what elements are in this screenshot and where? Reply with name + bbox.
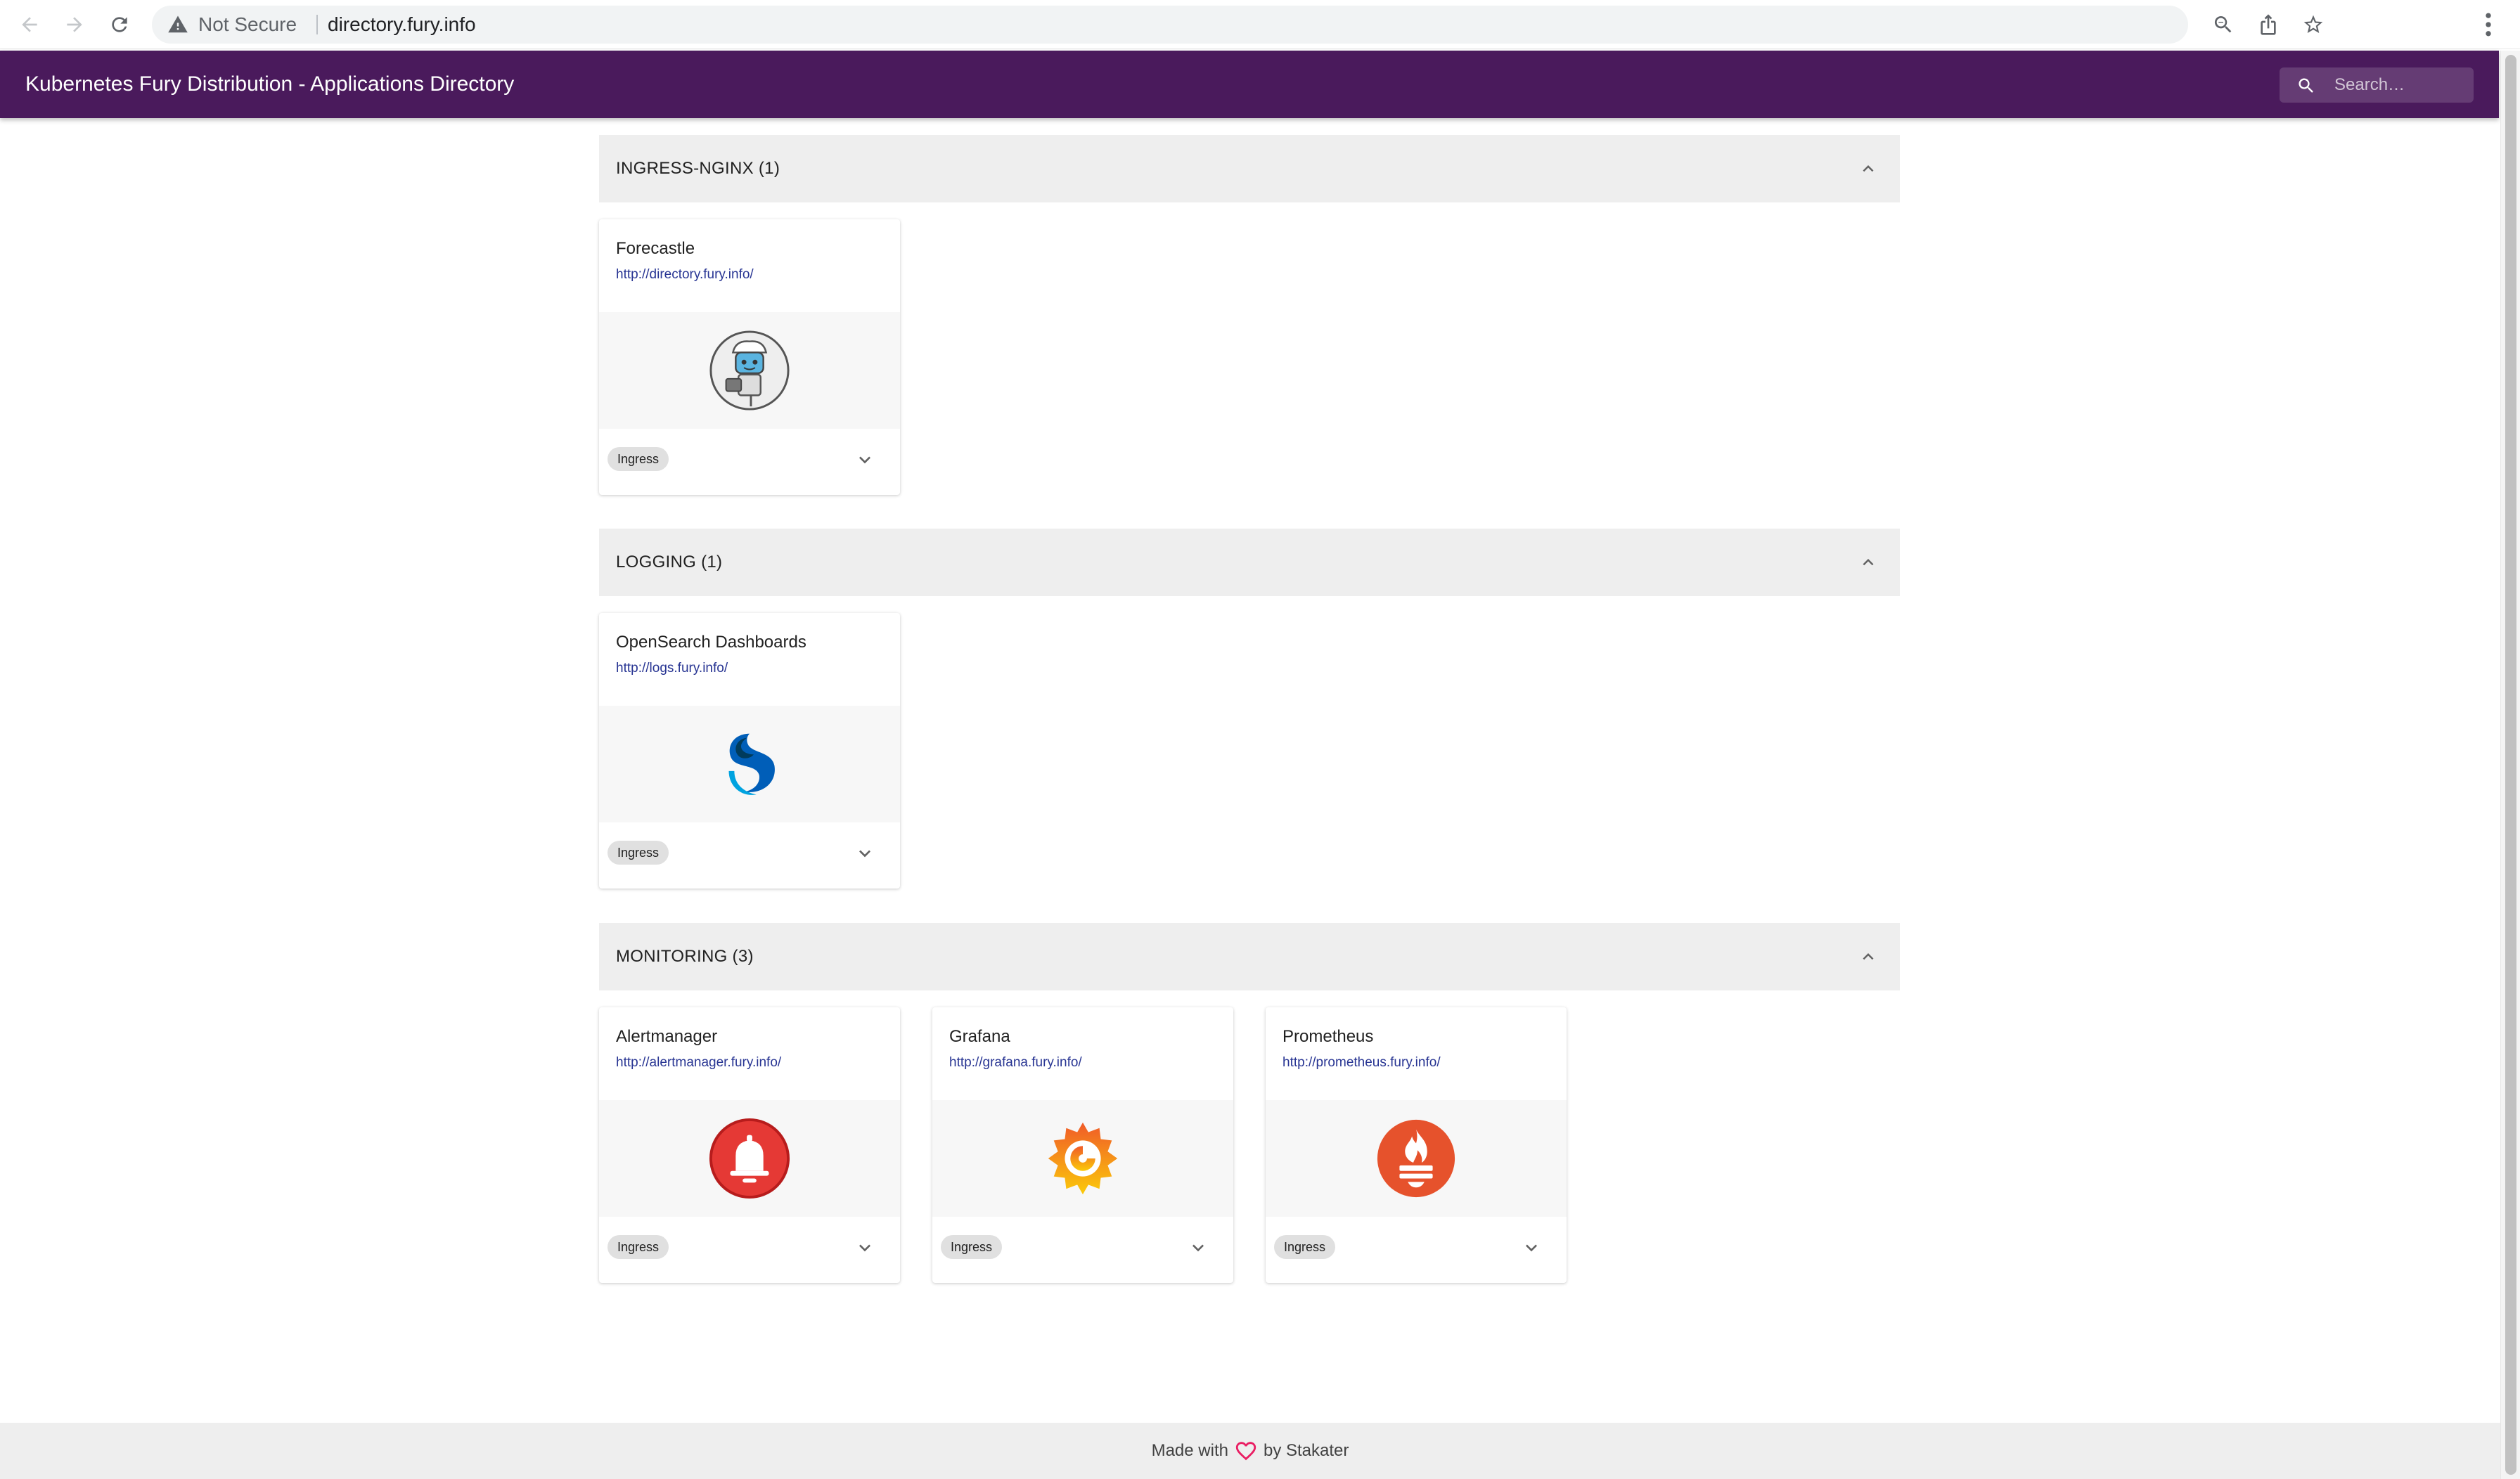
app-link[interactable]: http://prometheus.fury.info/ — [1282, 1055, 1441, 1071]
chevron-down-icon[interactable] — [854, 1236, 876, 1259]
app-header: Kubernetes Fury Distribution - Applicati… — [0, 51, 2499, 118]
section-title: MONITORING (3) — [616, 947, 754, 966]
search-input[interactable] — [2334, 67, 2468, 103]
tag-chip: Ingress — [941, 1235, 1003, 1259]
back-button[interactable] — [14, 9, 45, 40]
section-title: LOGGING (1) — [616, 553, 723, 571]
app-logo-area[interactable] — [599, 312, 900, 429]
share-icon[interactable] — [2257, 13, 2280, 36]
grafana-logo-icon — [1048, 1122, 1118, 1195]
scrollbar-thumb[interactable] — [2505, 55, 2516, 1475]
app-card-alertmanager: Alertmanager http://alertmanager.fury.in… — [599, 1007, 900, 1283]
chevron-down-icon[interactable] — [854, 448, 876, 471]
app-link[interactable]: http://directory.fury.info/ — [616, 267, 754, 283]
omnibox-divider — [316, 15, 318, 34]
app-logo-area[interactable] — [599, 706, 900, 822]
heart-icon — [1235, 1442, 1256, 1461]
bookmark-star-icon[interactable] — [2302, 13, 2325, 36]
tag-chip: Ingress — [608, 1235, 669, 1259]
tag-chip: Ingress — [608, 841, 669, 865]
app-link[interactable]: http://logs.fury.info/ — [616, 661, 728, 676]
chevron-down-icon[interactable] — [1520, 1236, 1543, 1259]
app-logo-area[interactable] — [932, 1100, 1233, 1217]
app-name: Prometheus — [1282, 1027, 1374, 1046]
alertmanager-bell-icon — [709, 1118, 790, 1199]
app-name: Forecastle — [616, 239, 695, 258]
section-header-ingress-nginx[interactable]: INGRESS-NGINX (1) — [599, 135, 1900, 202]
app-logo-area[interactable] — [1266, 1100, 1567, 1217]
app-link[interactable]: http://grafana.fury.info/ — [949, 1055, 1082, 1071]
forward-button[interactable] — [59, 9, 90, 40]
section-title: INGRESS-NGINX (1) — [616, 159, 780, 178]
chevron-up-icon[interactable] — [1858, 552, 1879, 573]
tag-chip: Ingress — [608, 447, 669, 471]
section-header-logging[interactable]: LOGGING (1) — [599, 529, 1900, 596]
page-footer: Made with by Stakater — [0, 1423, 2500, 1479]
app-name: Alertmanager — [616, 1027, 718, 1046]
back-arrow-icon — [22, 17, 37, 32]
section-header-monitoring[interactable]: MONITORING (3) — [599, 923, 1900, 990]
app-card-opensearch-dashboards: OpenSearch Dashboards http://logs.fury.i… — [599, 613, 900, 889]
app-card-forecastle: Forecastle http://directory.fury.info/ I… — [599, 219, 900, 495]
reload-icon — [112, 17, 127, 32]
chevron-down-icon[interactable] — [854, 842, 876, 865]
search-icon — [2299, 78, 2313, 93]
not-secure-label: Not Secure — [198, 13, 297, 35]
reload-button[interactable] — [104, 9, 135, 40]
warning-triangle-icon — [168, 15, 188, 33]
footer-made-with: Made with — [1151, 1441, 1228, 1460]
app-card-grafana: Grafana http://grafana.fury.info/ Ingres… — [932, 1007, 1233, 1283]
zoom-icon[interactable] — [2212, 13, 2235, 36]
tag-chip: Ingress — [1274, 1235, 1336, 1259]
app-logo-area[interactable] — [599, 1100, 900, 1217]
forecastle-logo-icon — [709, 330, 790, 411]
app-name: OpenSearch Dashboards — [616, 633, 806, 652]
page-scrollbar[interactable] — [2500, 51, 2520, 1479]
address-bar[interactable]: Not Secure directory.fury.info — [152, 6, 2323, 44]
footer-by-stakater: by Stakater — [1263, 1441, 1349, 1460]
app-name: Grafana — [949, 1027, 1010, 1046]
page-title: Kubernetes Fury Distribution - Applicati… — [25, 72, 515, 96]
app-card-prometheus: Prometheus http://prometheus.fury.info/ … — [1266, 1007, 1567, 1283]
search-box[interactable] — [2280, 67, 2474, 103]
browser-menu-icon[interactable] — [2478, 9, 2499, 40]
browser-toolbar: Not Secure directory.fury.info — [0, 0, 2520, 49]
opensearch-logo-icon — [728, 733, 775, 795]
chevron-down-icon[interactable] — [1187, 1236, 1209, 1259]
chevron-up-icon[interactable] — [1858, 158, 1879, 179]
app-link[interactable]: http://alertmanager.fury.info/ — [616, 1055, 781, 1071]
chevron-up-icon[interactable] — [1858, 946, 1879, 967]
prometheus-logo-icon — [1377, 1119, 1455, 1198]
forward-arrow-icon — [67, 17, 82, 32]
url-text[interactable]: directory.fury.info — [328, 6, 476, 44]
